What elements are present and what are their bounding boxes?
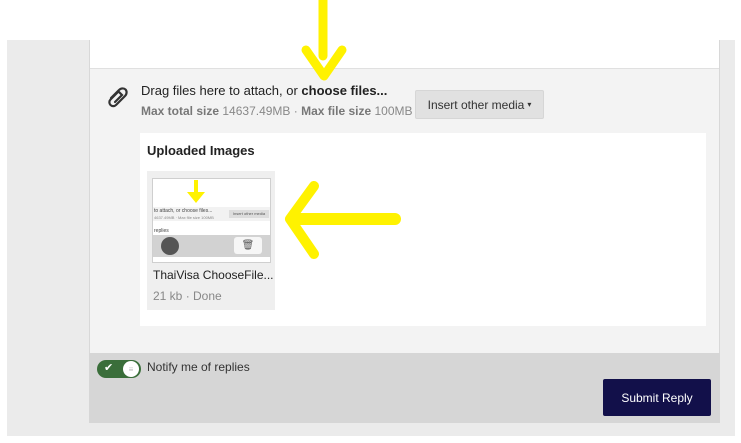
paperclip-icon [104,84,130,110]
attachment-dropzone[interactable]: Drag files here to attach, or choose fil… [90,69,719,131]
trash-icon[interactable]: 🗑 [234,237,262,254]
uploaded-file-card[interactable]: to attach, or choose files... 4637.49MB … [147,171,275,310]
uploaded-images-panel: Uploaded Images to attach, or choose fil… [140,133,706,326]
caret-down-icon: ▾ [527,100,532,109]
thumbnail-attach-text: to attach, or choose files... [154,208,213,214]
insert-media-label: Insert other media [427,97,525,112]
size-separator: · [290,104,302,118]
thumbnail-replies-text: replies [154,228,169,234]
check-icon: ✔ [104,362,114,374]
uploaded-images-title: Uploaded Images [147,143,255,158]
max-file-size-label: Max file size [301,104,372,118]
file-status: 21 kb · Done [153,289,222,303]
thumbnail-insert-button: Insert other media [229,210,269,218]
file-name[interactable]: ThaiVisa ChooseFile... [153,268,274,282]
drag-text: Drag files here to attach, or [141,83,302,98]
menu-lines-icon: ≡ [128,364,134,374]
insert-other-media-button[interactable]: Insert other media ▾ [415,90,544,119]
thumbnail-arrow-icon [187,180,205,203]
drag-instructions: Drag files here to attach, or choose fil… [141,83,387,98]
max-file-size-value: 100MB [374,104,413,118]
size-limits: Max total size 14637.49MB · Max file siz… [141,104,413,118]
editor-text-area[interactable] [90,40,719,69]
notify-label[interactable]: Notify me of replies [147,360,250,374]
max-total-size-value: 14637.49MB [222,104,291,118]
reply-footer: ✔ ≡ Notify me of replies Submit Reply [89,353,720,423]
submit-reply-button[interactable]: Submit Reply [603,379,711,416]
max-total-size-label: Max total size [141,104,220,118]
thumbnail-avatar [161,237,179,255]
choose-files-link[interactable]: choose files... [301,83,387,98]
reply-editor: Drag files here to attach, or choose fil… [89,40,720,353]
notify-toggle[interactable]: ✔ ≡ [97,360,141,378]
file-thumbnail[interactable]: to attach, or choose files... 4637.49MB … [152,178,271,263]
toggle-knob: ≡ [123,361,139,377]
thumbnail-size-text: 4637.49MB · Max file size 100MB [154,215,214,220]
